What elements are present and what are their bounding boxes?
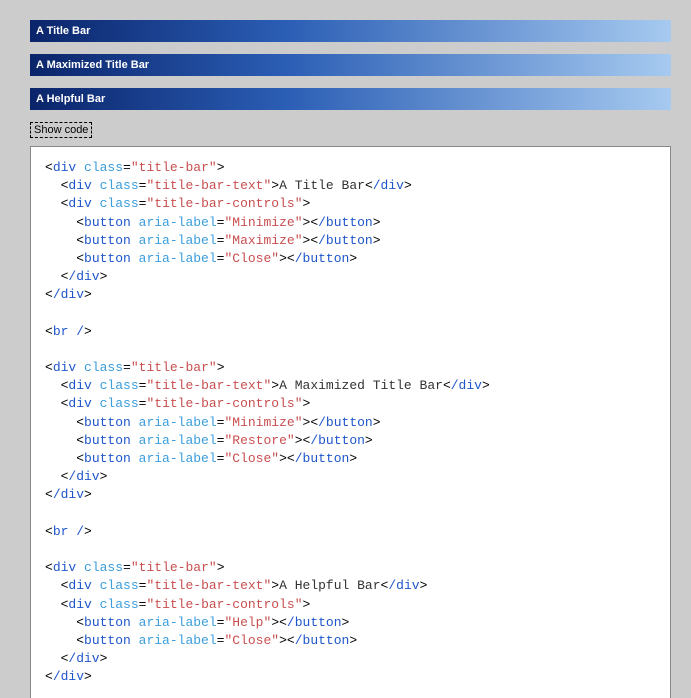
title-bar-text: A Title Bar [36, 25, 667, 37]
title-bar-2[interactable]: A Maximized Title Bar [30, 54, 671, 76]
title-bar-1[interactable]: A Title Bar [30, 20, 671, 42]
title-bar-text: A Helpful Bar [36, 93, 667, 105]
title-bar-text: A Maximized Title Bar [36, 59, 667, 71]
show-code-button[interactable]: Show code [30, 122, 92, 138]
page-root: A Title Bar A Maximized Title Bar A Help… [0, 0, 691, 698]
title-bar-3[interactable]: A Helpful Bar [30, 88, 671, 110]
code-snippet: <div class="title-bar"> <div class="titl… [30, 146, 671, 698]
